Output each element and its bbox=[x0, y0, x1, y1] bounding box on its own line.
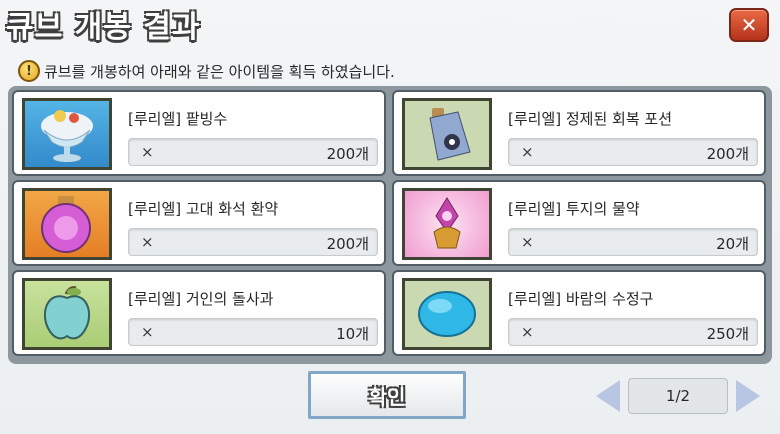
item-card[interactable]: [루리엘] 거인의 돌사과 × 10개 bbox=[12, 270, 386, 356]
close-button[interactable]: ✕ bbox=[729, 8, 769, 42]
item-quantity: 200개 bbox=[326, 145, 369, 163]
item-quantity-field: × 20개 bbox=[508, 228, 758, 256]
item-card[interactable]: [루리엘] 투지의 물약 × 20개 bbox=[392, 180, 766, 266]
item-name: [루리엘] 거인의 돌사과 bbox=[128, 290, 274, 308]
item-quantity-field: × 200개 bbox=[128, 138, 378, 166]
multiply-sign: × bbox=[141, 233, 154, 251]
item-name: [루리엘] 바람의 수정구 bbox=[508, 290, 654, 308]
title-bar: 큐브 개봉 결과 ✕ bbox=[0, 0, 780, 54]
notice-text: 큐브를 개봉하여 아래와 같은 아이템을 획득 하였습니다. bbox=[44, 62, 395, 81]
multiply-sign: × bbox=[521, 143, 534, 161]
potion-icon bbox=[402, 98, 492, 170]
close-icon: ✕ bbox=[740, 13, 758, 37]
multiply-sign: × bbox=[521, 233, 534, 251]
exclamation-icon: ! bbox=[18, 60, 40, 82]
item-card[interactable]: [루리엘] 바람의 수정구 × 250개 bbox=[392, 270, 766, 356]
item-name: [루리엘] 투지의 물약 bbox=[508, 200, 640, 218]
next-page-arrow-icon[interactable] bbox=[736, 380, 760, 412]
item-quantity: 200개 bbox=[326, 235, 369, 253]
item-card[interactable]: [루리엘] 팥빙수 × 200개 bbox=[12, 90, 386, 176]
patbingsu-icon bbox=[22, 98, 112, 170]
confirm-button[interactable]: 확인 bbox=[308, 371, 466, 419]
pagination: 1/2 bbox=[596, 376, 780, 416]
previous-page-arrow-icon[interactable] bbox=[596, 380, 620, 412]
multiply-sign: × bbox=[521, 323, 534, 341]
item-quantity-field: × 10개 bbox=[128, 318, 378, 346]
item-quantity: 20개 bbox=[716, 235, 749, 253]
notice-line: ! 큐브를 개봉하여 아래와 같은 아이템을 획득 하였습니다. bbox=[18, 60, 395, 82]
item-name: [루리엘] 팥빙수 bbox=[128, 110, 228, 128]
item-card[interactable]: [루리엘] 정제된 회복 포션 × 200개 bbox=[392, 90, 766, 176]
dialog-title: 큐브 개봉 결과 bbox=[6, 10, 201, 45]
item-quantity: 250개 bbox=[706, 325, 749, 343]
fossil-pill-icon bbox=[22, 188, 112, 260]
item-quantity-field: × 250개 bbox=[508, 318, 758, 346]
fighting-spirit-potion-icon bbox=[402, 188, 492, 260]
item-quantity: 200개 bbox=[706, 145, 749, 163]
item-card[interactable]: [루리엘] 고대 화석 환약 × 200개 bbox=[12, 180, 386, 266]
item-quantity-field: × 200개 bbox=[508, 138, 758, 166]
item-quantity: 10개 bbox=[336, 325, 369, 343]
item-name: [루리엘] 고대 화석 환약 bbox=[128, 200, 279, 218]
item-grid: [루리엘] 팥빙수 × 200개 [루리엘] 정제된 회복 포션 × 200개 bbox=[8, 86, 772, 364]
multiply-sign: × bbox=[141, 143, 154, 161]
page-indicator: 1/2 bbox=[628, 378, 728, 414]
item-name: [루리엘] 정제된 회복 포션 bbox=[508, 110, 673, 128]
cube-result-dialog: 큐브 개봉 결과 ✕ ! 큐브를 개봉하여 아래와 같은 아이템을 획득 하였습… bbox=[0, 0, 780, 434]
stone-apple-icon bbox=[22, 278, 112, 350]
multiply-sign: × bbox=[141, 323, 154, 341]
crystal-orb-icon bbox=[402, 278, 492, 350]
item-quantity-field: × 200개 bbox=[128, 228, 378, 256]
